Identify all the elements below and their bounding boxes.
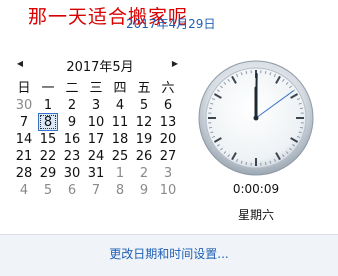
clock-minute-hand [255,73,258,119]
clock-minute-tick [245,161,248,166]
clock-minute-tick [264,161,267,166]
weekday-header: 日 [17,81,31,96]
calendar-day[interactable]: 1 [108,165,132,182]
calendar-day[interactable]: 7 [84,182,108,199]
calendar-day[interactable]: 9 [60,114,84,131]
calendar-day[interactable]: 4 [12,182,36,199]
calendar-day[interactable]: 6 [60,182,84,199]
calendar-day[interactable]: 18 [108,131,132,148]
calendar-day[interactable]: 13 [156,114,180,131]
calendar-day[interactable]: 2 [60,97,84,114]
calendar-day[interactable]: 1 [36,97,60,114]
calendar-day[interactable]: 14 [12,131,36,148]
calendar-day[interactable]: 7 [12,114,36,131]
calendar-day[interactable]: 17 [84,131,108,148]
current-date-link[interactable]: 2017年4月29日 [126,15,215,32]
clock-center [253,115,259,121]
calendar-day[interactable]: 12 [132,114,156,131]
calendar-day[interactable]: 24 [84,148,108,165]
calendar-day[interactable]: 23 [60,148,84,165]
calendar-day[interactable]: 29 [36,165,60,182]
weekday-header: 六 [161,81,175,96]
calendar-day[interactable]: 19 [132,131,156,148]
calendar-day[interactable]: 8 [108,182,132,199]
calendar-day[interactable]: 16 [60,131,84,148]
calendar-day[interactable]: 30 [12,97,36,114]
calendar-day[interactable]: 21 [12,148,36,165]
calendar-day-selected[interactable]: 8 [36,113,60,131]
calendar-day[interactable]: 11 [108,114,132,131]
calendar-day[interactable]: 20 [156,131,180,148]
clock-minute-tick [208,107,213,110]
chevron-right-icon[interactable]: ▶ [170,59,180,69]
calendar-day[interactable]: 5 [36,182,60,199]
calendar-day[interactable]: 30 [60,165,84,182]
calendar-day[interactable]: 27 [156,148,180,165]
calendar-day[interactable]: 15 [36,131,60,148]
clock-minute-tick [299,107,304,110]
datetime-flyout: 那一天适合搬家呢 2017年4月29日 ◀ 2017年5月 ▶ 日 一 二 三 … [0,0,338,276]
calendar-day[interactable]: 22 [36,148,60,165]
weekday-header: 一 [41,81,55,96]
calendar-day[interactable]: 31 [84,165,108,182]
weekday-label: 星期六 [237,208,274,222]
weekday-header: 二 [65,81,79,96]
clock-minute-tick [245,70,248,75]
calendar-day[interactable]: 6 [156,97,180,114]
calendar-day[interactable]: 10 [84,114,108,131]
chevron-left-icon[interactable]: ◀ [15,59,25,69]
calendar-day[interactable]: 4 [108,97,132,114]
clock-minute-tick [264,70,267,75]
weekday-header: 五 [137,81,151,96]
calendar-day[interactable]: 28 [12,165,36,182]
clock-minute-tick [299,126,304,129]
calendar-day[interactable]: 2 [132,165,156,182]
digital-time: 0:00:09 [232,182,280,196]
calendar-day[interactable]: 5 [132,97,156,114]
weekday-header: 三 [89,81,103,96]
footer-bar: 更改日期和时间设置... [0,235,338,276]
calendar-day[interactable]: 9 [132,182,156,199]
analog-clock [198,60,314,176]
calendar-day[interactable]: 25 [108,148,132,165]
change-datetime-settings-link[interactable]: 更改日期和时间设置... [0,245,338,262]
calendar-day[interactable]: 10 [156,182,180,199]
weekday-header: 四 [113,81,127,96]
calendar-grid: 日 一 二 三 四 五 六 30 1 2 3 4 5 6 7 8 9 10 11… [12,80,180,199]
calendar-day[interactable]: 3 [84,97,108,114]
clock-minute-tick [208,126,213,129]
month-label[interactable]: 2017年5月 [60,56,140,75]
calendar-day[interactable]: 26 [132,148,156,165]
calendar-day[interactable]: 3 [156,165,180,182]
